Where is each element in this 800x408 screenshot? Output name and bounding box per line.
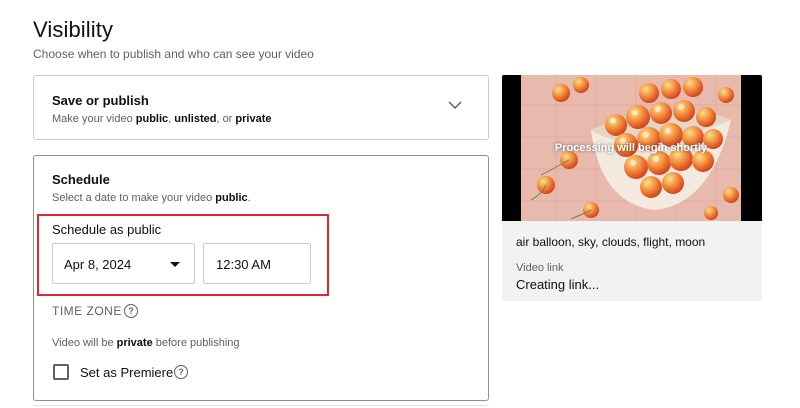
bottom-divider: [33, 405, 489, 406]
page-subtitle: Choose when to publish and who can see y…: [33, 47, 314, 61]
premiere-checkbox[interactable]: [53, 364, 69, 380]
page-title: Visibility: [33, 17, 114, 42]
video-thumbnail[interactable]: Processing will begin shortly: [502, 75, 762, 221]
video-link-label: Video link: [516, 262, 564, 274]
date-dropdown[interactable]: Apr 8, 2024: [52, 243, 195, 284]
chevron-down-icon[interactable]: [448, 100, 462, 110]
video-title: air balloon, sky, clouds, flight, moon: [516, 235, 706, 249]
schedule-title: Schedule: [52, 172, 110, 187]
video-preview-card: Processing will begin shortly air balloo…: [502, 75, 762, 301]
processing-message: Processing will begin shortly: [554, 142, 708, 154]
time-input[interactable]: 12:30 AM: [203, 243, 311, 284]
time-zone-label: TIME ZONE: [52, 304, 122, 318]
video-link-value: Creating link...: [516, 277, 600, 292]
private-before-publishing-note: Video will be private before publishing: [52, 337, 240, 349]
save-or-publish-description: Make your video public, unlisted, or pri…: [52, 113, 272, 125]
save-or-publish-card[interactable]: Save or publish Make your video public, …: [33, 75, 489, 140]
dropdown-caret-icon: [170, 262, 180, 267]
schedule-description: Select a date to make your video public.: [52, 192, 251, 204]
date-value: Apr 8, 2024: [64, 257, 132, 272]
time-value: 12:30 AM: [216, 257, 271, 272]
premiere-help-icon[interactable]: ?: [174, 365, 188, 379]
help-icon[interactable]: ?: [124, 304, 138, 318]
premiere-label: Set as Premiere: [80, 365, 174, 380]
schedule-as-public-label: Schedule as public: [52, 222, 162, 237]
save-or-publish-title: Save or publish: [52, 93, 149, 108]
